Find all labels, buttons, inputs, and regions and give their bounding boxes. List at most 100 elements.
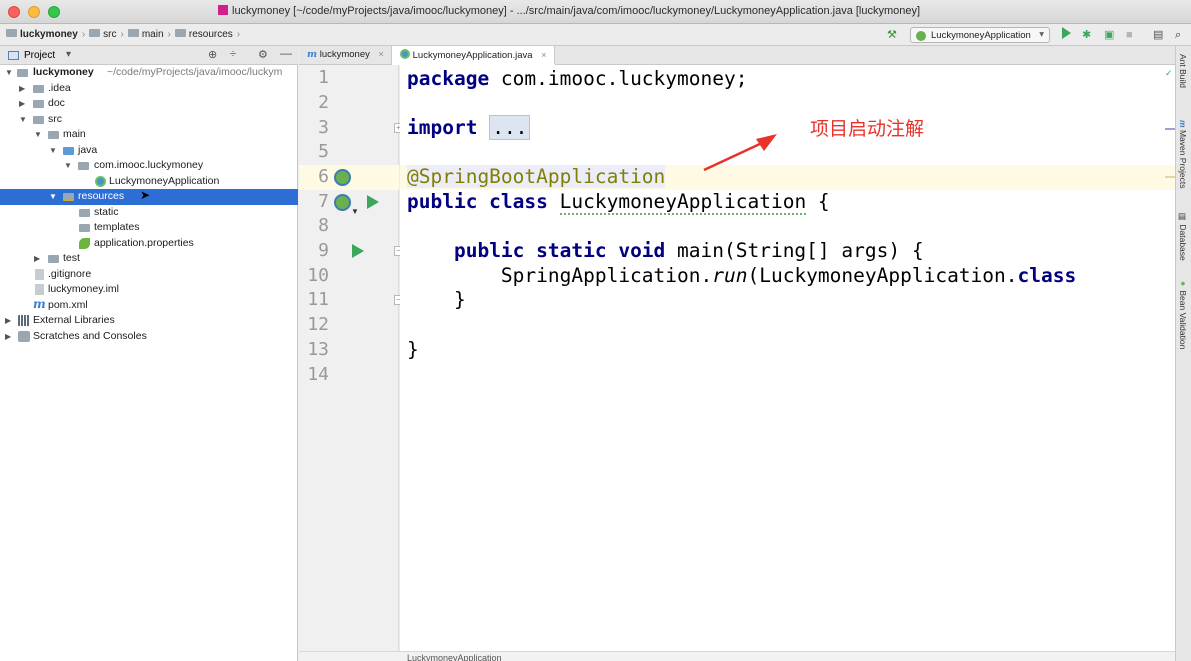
- collapse-arrow-icon[interactable]: ▶: [5, 329, 11, 344]
- minimize-window-button[interactable]: [28, 6, 40, 18]
- code-editor[interactable]: package com.imooc.luckymoney; import ...…: [400, 65, 1175, 651]
- run-class-icon[interactable]: [367, 195, 379, 209]
- tree-item-java[interactable]: ▼ java: [0, 143, 298, 159]
- tree-item-main[interactable]: ▼ main: [0, 127, 298, 143]
- bean-icon: ●: [1178, 278, 1188, 288]
- folder-icon: [33, 115, 44, 124]
- tab-luckymoney[interactable]: m luckymoney ×: [299, 46, 392, 65]
- title-bar: luckymoney [~/code/myProjects/java/imooc…: [0, 0, 1191, 24]
- breadcrumb-src[interactable]: src: [103, 29, 116, 40]
- build-hammer-icon[interactable]: ⚒: [887, 29, 897, 41]
- hide-panel-icon[interactable]: —: [280, 46, 292, 60]
- annotation-label: 项目启动注解: [810, 119, 925, 140]
- tab-label: luckymoney: [319, 49, 370, 60]
- code-text: }: [407, 338, 419, 361]
- tree-item-package[interactable]: ▼ com.imooc.luckymoney: [0, 158, 298, 174]
- run-main-icon[interactable]: [352, 244, 364, 258]
- folder-icon: [79, 224, 90, 232]
- editor-breadcrumb-label[interactable]: LuckymoneyApplication: [407, 653, 502, 661]
- tab-luckymoney-application-java[interactable]: LuckymoneyApplication.java ×: [392, 46, 555, 65]
- tree-item-scratches[interactable]: ▶ Scratches and Consoles: [0, 329, 298, 345]
- expand-arrow-icon[interactable]: ▼: [64, 158, 72, 173]
- maven-icon: m: [307, 49, 318, 60]
- tree-item-label: External Libraries: [33, 314, 115, 326]
- line-number: 6: [318, 166, 329, 187]
- tree-item-doc[interactable]: ▶ doc: [0, 96, 298, 112]
- folder-icon: [127, 29, 139, 37]
- error-stripe-mark[interactable]: [1165, 176, 1175, 178]
- project-structure-icon[interactable]: ▤: [1153, 29, 1163, 41]
- expand-arrow-icon[interactable]: ▼: [49, 143, 57, 158]
- resources-folder-icon: [63, 193, 74, 201]
- file-icon: [35, 268, 44, 280]
- tree-item-external-libraries[interactable]: ▶ External Libraries: [0, 313, 298, 329]
- close-window-button[interactable]: [8, 6, 20, 18]
- tree-item-idea[interactable]: ▶ .idea: [0, 81, 298, 97]
- tree-item-resources[interactable]: ▼ resources ➤: [0, 188, 298, 205]
- line-number: 5: [318, 141, 329, 162]
- tool-maven-projects[interactable]: m Maven Projects: [1178, 120, 1188, 189]
- spring-bean-icon[interactable]: [334, 194, 351, 211]
- expand-arrow-icon[interactable]: ▼: [19, 112, 27, 127]
- coverage-icon[interactable]: ▣: [1104, 29, 1114, 41]
- collapse-arrow-icon[interactable]: ▶: [5, 313, 11, 328]
- gear-icon[interactable]: ⚙: [258, 48, 268, 61]
- breadcrumb-project[interactable]: luckymoney: [20, 29, 78, 40]
- search-icon[interactable]: ⌕: [1175, 29, 1181, 41]
- breadcrumb-main[interactable]: main: [142, 29, 164, 40]
- code-line-3: import ...: [407, 115, 531, 141]
- collapse-arrow-icon[interactable]: ▶: [34, 251, 40, 266]
- tree-item-luckymoney[interactable]: ▼ luckymoney ~/code/myProjects/java/imoo…: [0, 65, 298, 81]
- project-view-label[interactable]: Project: [24, 50, 55, 61]
- tool-ant-build[interactable]: Ant Build: [1178, 54, 1188, 88]
- chevron-down-icon[interactable]: ▼: [351, 207, 359, 216]
- tree-item-label: java: [78, 143, 98, 156]
- close-tab-icon[interactable]: ×: [379, 49, 384, 59]
- line-number: 7: [318, 191, 329, 212]
- folder-icon: [6, 29, 17, 37]
- debug-icon[interactable]: ✱: [1082, 29, 1091, 41]
- expand-arrow-icon[interactable]: ▼: [49, 189, 57, 204]
- tree-item-label: doc: [48, 97, 65, 109]
- maximize-window-button[interactable]: [48, 6, 60, 18]
- stop-icon[interactable]: ■: [1126, 29, 1133, 41]
- keyword: public class: [407, 190, 548, 213]
- error-stripe-mark[interactable]: [1165, 128, 1175, 130]
- tree-item-luckymoney-application[interactable]: LuckymoneyApplication: [0, 174, 298, 190]
- inspection-ok-icon[interactable]: ✓: [1165, 68, 1173, 79]
- tree-item-gitignore[interactable]: .gitignore: [0, 267, 298, 283]
- tree-item-static[interactable]: static: [0, 205, 298, 221]
- tree-item-templates[interactable]: templates: [0, 220, 298, 236]
- run-configuration-select[interactable]: LuckymoneyApplication ▾: [910, 27, 1050, 43]
- run-icon[interactable]: [1062, 27, 1071, 39]
- tree-item-application-properties[interactable]: application.properties: [0, 236, 298, 252]
- expand-arrow-icon[interactable]: ▼: [34, 127, 42, 142]
- breadcrumb-resources[interactable]: resources: [189, 29, 233, 40]
- module-folder-icon: [17, 69, 28, 77]
- folder-icon: [48, 131, 59, 139]
- tool-bean-validation[interactable]: ● Bean Validation: [1178, 278, 1188, 349]
- chevron-down-icon: ▾: [1039, 29, 1044, 40]
- expand-arrow-icon[interactable]: ▼: [5, 65, 13, 80]
- tree-item-label: com.imooc.luckymoney: [94, 159, 204, 171]
- tool-database[interactable]: ▤ Database: [1178, 212, 1188, 261]
- spring-boot-app-icon[interactable]: [334, 169, 351, 186]
- tree-item-src[interactable]: ▼ src: [0, 112, 298, 128]
- close-tab-icon[interactable]: ×: [541, 50, 546, 60]
- collapse-arrow-icon[interactable]: ▶: [19, 96, 25, 111]
- keyword: package: [407, 67, 490, 90]
- collapse-arrow-icon[interactable]: ▶: [19, 81, 25, 96]
- tool-label: Ant Build: [1178, 54, 1188, 89]
- tool-label: Maven Projects: [1178, 129, 1188, 189]
- scroll-from-source-icon[interactable]: ⊕: [208, 48, 217, 61]
- folded-imports[interactable]: ...: [489, 115, 531, 140]
- tree-item-luckymoney-iml[interactable]: luckymoney.iml: [0, 282, 298, 298]
- tree-item-test[interactable]: ▶ test: [0, 251, 298, 267]
- tree-item-pom-xml[interactable]: m pom.xml: [0, 298, 298, 314]
- code-line-7: public class LuckymoneyApplication {: [407, 190, 830, 215]
- collapse-all-icon[interactable]: ÷: [230, 48, 236, 60]
- intellij-icon: [218, 5, 228, 15]
- code-text: (LuckymoneyApplication.: [747, 264, 1018, 287]
- folder-icon: [33, 84, 44, 93]
- chevron-down-icon[interactable]: ▾: [66, 49, 71, 60]
